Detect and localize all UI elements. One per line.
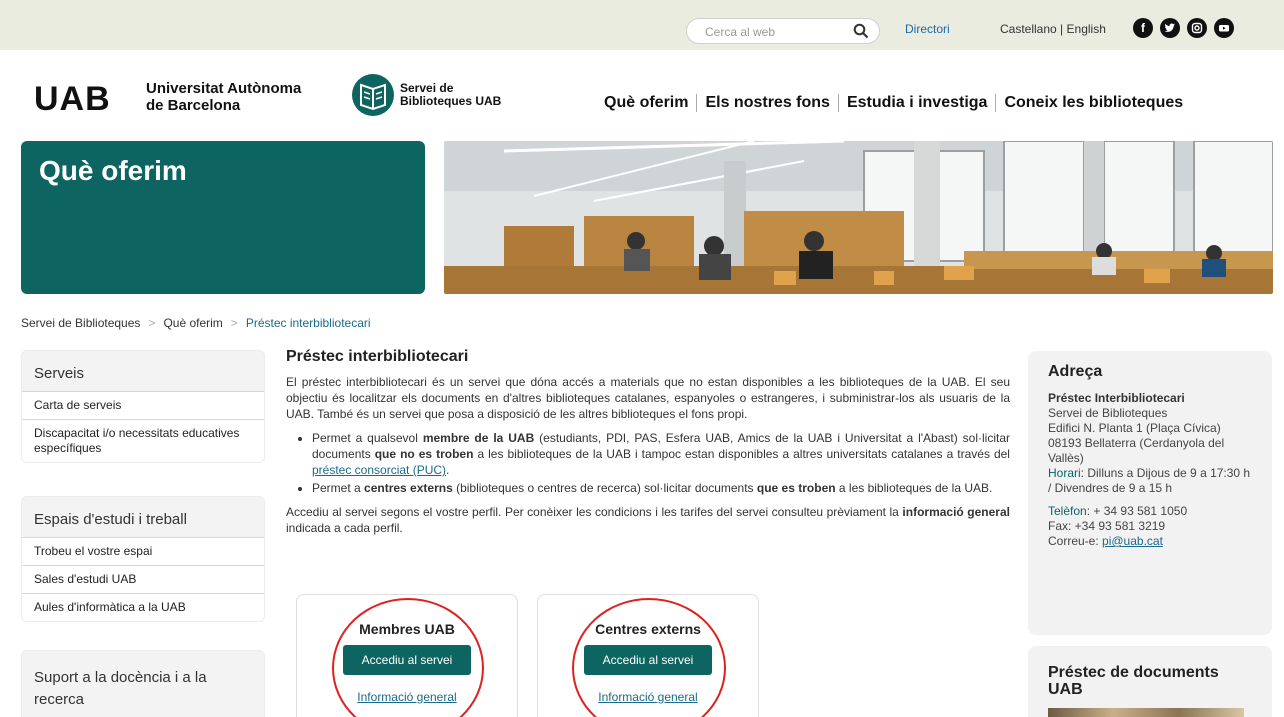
address-title: Adreça (1048, 363, 1103, 380)
library-name: Servei de Biblioteques UAB (400, 81, 502, 108)
main-content: Préstec interbibliotecari El préstec int… (286, 348, 1010, 536)
uab-name: Universitat Autònoma de Barcelona (146, 80, 302, 114)
search-box[interactable]: Cerca al web (686, 18, 880, 44)
sidebar-serveis: Serveis Carta de serveis Discapacitat i/… (21, 350, 265, 463)
address-box: Adreça Préstec Interbibliotecari Servei … (1028, 351, 1272, 635)
breadcrumb: Servei de Biblioteques > Què oferim > Préste… (21, 316, 371, 330)
access-service-button[interactable]: Accediu al servei (584, 645, 712, 675)
library-logo-icon[interactable] (350, 72, 396, 118)
promo-image[interactable] (1048, 708, 1244, 717)
breadcrumb-que-oferim[interactable]: Què oferim (163, 316, 222, 330)
access-paragraph: Accediu al servei segons el vostre perfi… (286, 505, 1010, 535)
breadcrumb-current: Préstec interbibliotecari (245, 316, 371, 330)
sidebar-heading[interactable]: Espais d'estudi i treball (22, 497, 264, 537)
service-list: Permet a qualsevol membre de la UAB (est… (312, 430, 1010, 496)
card-title: Membres UAB (359, 621, 455, 637)
list-item: Permet a qualsevol membre de la UAB (est… (312, 430, 1010, 478)
lang-english-link[interactable]: English (1067, 22, 1106, 36)
address-name: Préstec Interbibliotecari (1048, 391, 1185, 405)
sidebar-suport: Suport a la docència i a la recerca (21, 650, 265, 717)
fax: Fax: +34 93 581 3219 (1048, 519, 1166, 533)
nav-els-nostres-fons[interactable]: Els nostres fons (697, 94, 839, 112)
instagram-icon[interactable] (1187, 18, 1207, 38)
address-line: 08193 Bellaterra (Cerdanyola del Vallès) (1048, 436, 1225, 465)
email-link[interactable]: pi@uab.cat (1102, 534, 1163, 548)
sidebar-heading[interactable]: Suport a la docència i a la recerca (22, 651, 264, 717)
sidebar-item-aules-informatica[interactable]: Aules d'informàtica a la UAB (22, 593, 264, 621)
nav-estudia-i-investiga[interactable]: Estudia i investiga (839, 94, 997, 112)
language-switcher: Castellano | English (1000, 22, 1106, 36)
sidebar-item-sales-estudi[interactable]: Sales d'estudi UAB (22, 565, 264, 593)
address-line: Edifici N. Planta 1 (Plaça Cívica) (1048, 421, 1221, 435)
sidebar-item-discapacitat[interactable]: Discapacitat i/o necessitats educatives … (22, 419, 264, 462)
address-line: Servei de Biblioteques (1048, 406, 1168, 420)
breadcrumb-separator-icon: > (230, 316, 238, 330)
promo-title[interactable]: Préstec de documents UAB (1048, 664, 1252, 698)
general-info-link[interactable]: Informació general (538, 690, 758, 704)
phone: Telèfon: + 34 93 581 1050 (1048, 504, 1188, 518)
puc-link[interactable]: préstec consorciat (PUC) (312, 463, 446, 477)
page-title: Préstec interbibliotecari (286, 348, 469, 365)
nav-coneix-les-biblioteques[interactable]: Coneix les biblioteques (996, 94, 1183, 112)
breadcrumb-separator-icon: > (148, 316, 156, 330)
section-title: Què oferim (39, 155, 187, 186)
breadcrumb-home[interactable]: Servei de Biblioteques (21, 316, 140, 330)
promo-box: Préstec de documents UAB (1028, 646, 1272, 717)
card-membres-uab: Membres UAB Accediu al servei Informació… (296, 594, 518, 717)
sidebar-item-trobeu-espai[interactable]: Trobeu el vostre espai (22, 537, 264, 565)
sidebar-espais: Espais d'estudi i treball Trobeu el vost… (21, 496, 265, 622)
access-service-button[interactable]: Accediu al servei (343, 645, 471, 675)
search-icon[interactable] (853, 23, 869, 39)
sidebar-item-carta-de-serveis[interactable]: Carta de serveis (22, 391, 264, 419)
search-input[interactable]: Cerca al web (705, 25, 775, 39)
lang-castellano-link[interactable]: Castellano (1000, 22, 1057, 36)
card-title: Centres externs (595, 621, 701, 637)
opening-hours: Horari: Dilluns a Dijous de 9 a 17:30 h … (1048, 466, 1251, 495)
uab-logo[interactable]: UAB (34, 82, 111, 116)
list-item: Permet a centres externs (biblioteques o… (312, 480, 1010, 496)
directori-link[interactable]: Directori (905, 22, 950, 36)
lang-separator: | (1060, 22, 1064, 36)
twitter-icon[interactable] (1160, 18, 1180, 38)
main-navigation: Què oferim Els nostres fons Estudia i in… (604, 94, 1183, 112)
facebook-icon[interactable]: f (1133, 18, 1153, 38)
card-centres-externs: Centres externs Accediu al servei Inform… (537, 594, 759, 717)
banner-photo (444, 141, 1273, 294)
sidebar-heading[interactable]: Serveis (22, 351, 264, 391)
youtube-icon[interactable] (1214, 18, 1234, 38)
email: Correu-e: pi@uab.cat (1048, 534, 1163, 548)
nav-que-oferim[interactable]: Què oferim (604, 94, 698, 112)
general-info-link[interactable]: Informació general (297, 690, 517, 704)
top-bar: Cerca al web Directori Castellano | Engl… (0, 0, 1284, 50)
intro-paragraph: El préstec interbibliotecari és un serve… (286, 375, 1010, 421)
section-banner: Què oferim (21, 141, 425, 294)
